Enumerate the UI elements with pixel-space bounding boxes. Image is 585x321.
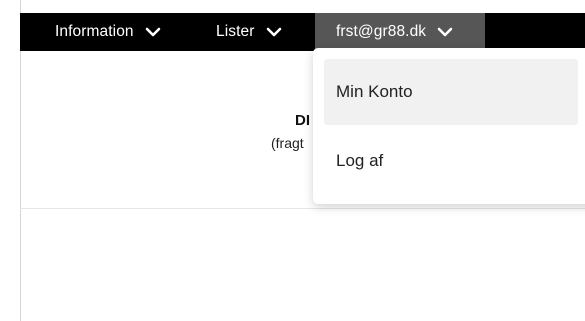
nav-account[interactable]: frst@gr88.dk: [315, 13, 485, 51]
menu-item-min-konto[interactable]: Min Konto: [324, 59, 578, 125]
nav-lister[interactable]: Lister: [216, 13, 282, 51]
chevron-down-icon: [145, 27, 160, 37]
section-divider: [20, 208, 585, 209]
chevron-down-icon: [266, 27, 281, 37]
menu-item-label: Log af: [336, 151, 384, 170]
chevron-down-icon: [437, 27, 453, 37]
hero-subtitle: (fragt: [271, 135, 304, 151]
menu-item-label: Min Konto: [336, 82, 413, 101]
nav-information[interactable]: Information: [55, 13, 161, 51]
nav-lister-label: Lister: [216, 23, 255, 40]
page: Information Lister frst@gr88.dk DI (frag…: [0, 0, 585, 321]
account-dropdown-menu: Min Konto Log af: [313, 48, 585, 204]
nav-account-label: frst@gr88.dk: [336, 23, 427, 40]
hero-title: DI: [295, 112, 310, 129]
menu-item-log-af[interactable]: Log af: [324, 128, 578, 194]
top-navbar: Information Lister frst@gr88.dk: [20, 13, 585, 51]
nav-information-label: Information: [55, 23, 134, 40]
